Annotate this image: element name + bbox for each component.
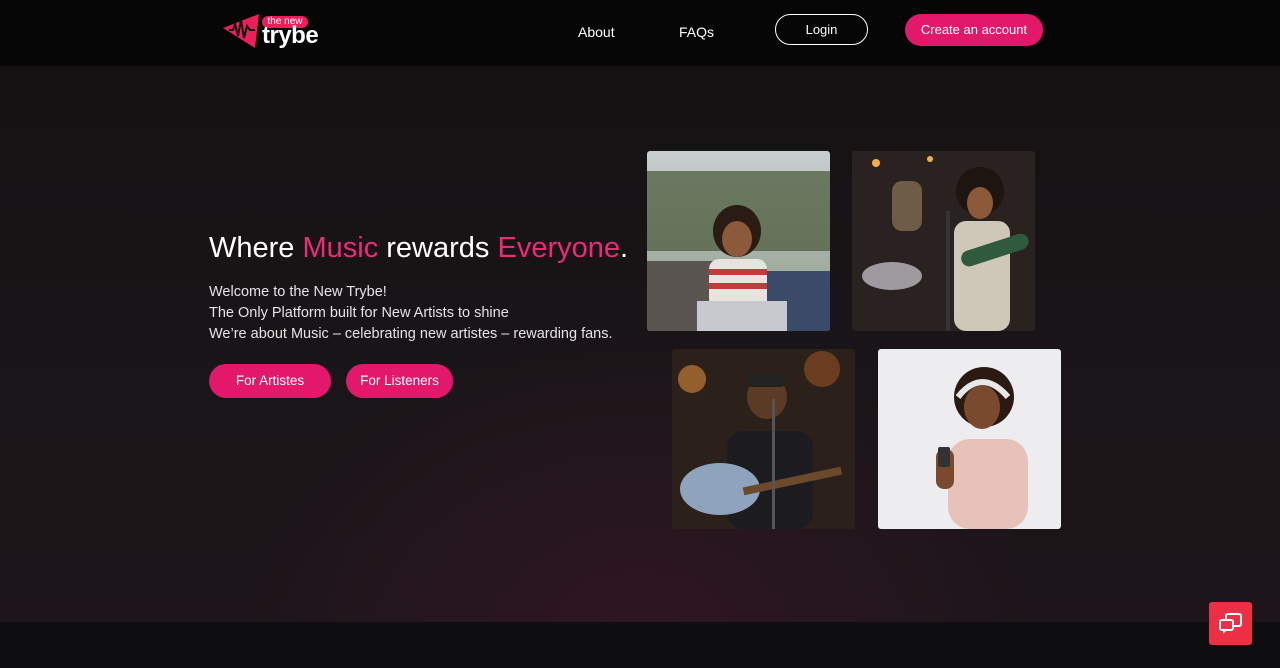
for-artistes-button[interactable]: For Artistes bbox=[209, 364, 331, 398]
photo-guitarist-singing bbox=[672, 349, 855, 529]
nav-about[interactable]: About bbox=[578, 24, 615, 40]
hero-line-platform: The Only Platform built for New Artists … bbox=[209, 305, 509, 321]
hero-line-about: We’re about Music – celebrating new arti… bbox=[209, 326, 613, 342]
hero-description: Welcome to the New Trybe! The Only Platf… bbox=[209, 282, 613, 345]
photo-woman-outdoors bbox=[647, 151, 830, 331]
photo-band-singer bbox=[852, 151, 1035, 331]
for-listeners-button[interactable]: For Listeners bbox=[346, 364, 453, 398]
headline-accent-music: Music bbox=[302, 232, 379, 264]
top-navigation-bar: the new trybe About FAQs Login Create an… bbox=[0, 0, 1280, 66]
headline-part-1: Where bbox=[209, 232, 303, 264]
chat-button[interactable] bbox=[1209, 602, 1252, 645]
footer-strip bbox=[0, 622, 1280, 668]
headline-accent-everyone: Everyone bbox=[497, 232, 620, 264]
create-account-button[interactable]: Create an account bbox=[905, 14, 1043, 46]
hero-section bbox=[0, 66, 1280, 622]
login-button[interactable]: Login bbox=[775, 14, 868, 45]
chat-bubbles-icon bbox=[1219, 613, 1242, 634]
photo-woman-headphones bbox=[878, 349, 1061, 529]
headline-part-2: rewards bbox=[378, 232, 498, 264]
logo-wordmark: trybe bbox=[262, 22, 319, 49]
headline-part-3: . bbox=[620, 232, 629, 264]
nav-faqs[interactable]: FAQs bbox=[679, 24, 714, 40]
hero-line-welcome: Welcome to the New Trybe! bbox=[209, 284, 387, 300]
hero-headline: Where Music rewards Everyone. bbox=[209, 232, 628, 265]
